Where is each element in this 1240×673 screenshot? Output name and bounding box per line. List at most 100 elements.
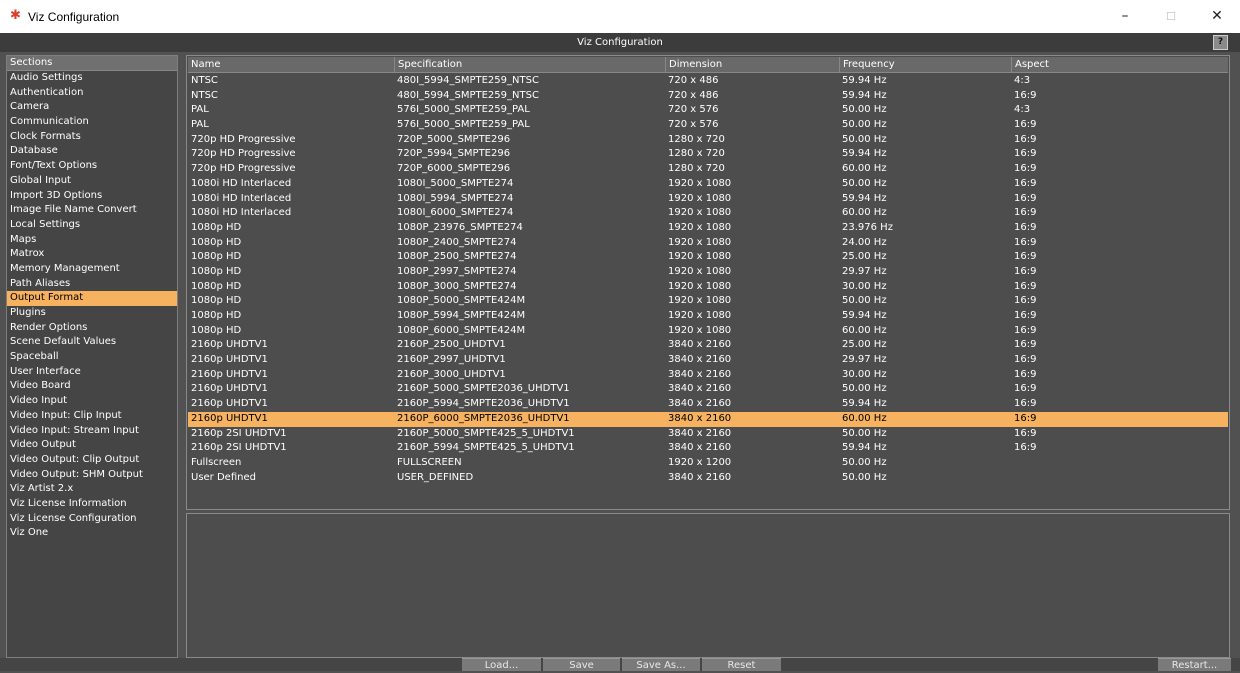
- cell-dimension: 3840 x 2160: [668, 412, 732, 424]
- sidebar-item-user-interface[interactable]: User Interface: [7, 365, 177, 380]
- sidebar-item-viz-artist-2-x[interactable]: Viz Artist 2.x: [7, 482, 177, 497]
- sidebar-item-video-input[interactable]: Video Input: [7, 394, 177, 409]
- cell-dimension: 1920 x 1080: [668, 236, 732, 248]
- save-button[interactable]: Save: [543, 658, 620, 671]
- table-row[interactable]: Fullscreen FULLSCREEN 1920 x 1200 50.00 Hz: [188, 456, 1228, 471]
- sidebar-item-viz-license-information[interactable]: Viz License Information: [7, 497, 177, 512]
- maximize-button[interactable]: ☐: [1148, 0, 1194, 33]
- cell-aspect: 16:9: [1014, 148, 1037, 160]
- cell-name: 2160p 2SI UHDTV1: [191, 427, 287, 439]
- sidebar-item-scene-default-values[interactable]: Scene Default Values: [7, 335, 177, 350]
- table-row[interactable]: 720p HD Progressive 720P_5000_SMPTE296 128…: [188, 133, 1228, 148]
- cell-specification: 480I_5994_SMPTE259_NTSC: [397, 75, 539, 86]
- sidebar-item-video-board[interactable]: Video Board: [7, 379, 177, 394]
- restart-button[interactable]: Restart...: [1158, 658, 1231, 671]
- cell-dimension: 3840 x 2160: [668, 368, 732, 380]
- help-icon[interactable]: ?: [1213, 35, 1228, 50]
- column-header-name[interactable]: Name: [188, 57, 394, 72]
- save-as-button[interactable]: Save As...: [622, 658, 700, 671]
- column-header-aspect[interactable]: Aspect: [1011, 57, 1229, 72]
- cell-frequency: 50.00 Hz: [842, 383, 887, 395]
- sidebar-item-video-output[interactable]: Video Output: [7, 438, 177, 453]
- table-row[interactable]: User Defined USER_DEFINED 3840 x 2160 50.00…: [188, 471, 1228, 486]
- sidebar-item-global-input[interactable]: Global Input: [7, 174, 177, 189]
- sidebar-item-plugins[interactable]: Plugins: [7, 306, 177, 321]
- sidebar-item-clock-formats[interactable]: Clock Formats: [7, 130, 177, 145]
- sidebar-item-viz-license-configuration[interactable]: Viz License Configuration: [7, 512, 177, 527]
- table-row[interactable]: 2160p UHDTV1 2160P_2500_UHDTV1 3840 x 2160…: [188, 338, 1228, 353]
- cell-name: NTSC: [191, 75, 218, 86]
- column-header-dimension[interactable]: Dimension: [665, 57, 839, 72]
- cell-aspect: 4:3: [1014, 104, 1031, 116]
- sidebar-item-local-settings[interactable]: Local Settings: [7, 218, 177, 233]
- sidebar-item-video-output-shm-output[interactable]: Video Output: SHM Output: [7, 468, 177, 483]
- table-row[interactable]: 720p HD Progressive 720P_5994_SMPTE296 128…: [188, 147, 1228, 162]
- sidebar-item-maps[interactable]: Maps: [7, 233, 177, 248]
- table-row[interactable]: 2160p UHDTV1 2160P_6000_SMPTE2036_UHDTV1 3…: [188, 411, 1228, 427]
- sidebar-item-communication[interactable]: Communication: [7, 115, 177, 130]
- page-title: Viz Configuration: [577, 37, 663, 48]
- table-row[interactable]: 1080i HD Interlaced 1080I_5000_SMPTE274 19…: [188, 177, 1228, 192]
- table-row[interactable]: 1080i HD Interlaced 1080I_5994_SMPTE274 19…: [188, 192, 1228, 207]
- reset-button[interactable]: Reset: [702, 658, 781, 671]
- table-row[interactable]: 720p HD Progressive 720P_6000_SMPTE296 128…: [188, 162, 1228, 177]
- sidebar-item-render-options[interactable]: Render Options: [7, 321, 177, 336]
- table-row[interactable]: NTSC 480I_5994_SMPTE259_NTSC 720 x 486 59.9…: [188, 89, 1228, 104]
- column-header-specification[interactable]: Specification: [394, 57, 665, 72]
- cell-specification: 2160P_2500_UHDTV1: [397, 339, 506, 351]
- cell-dimension: 3840 x 2160: [668, 354, 732, 366]
- sidebar-item-video-input-clip-input[interactable]: Video Input: Clip Input: [7, 409, 177, 424]
- cell-aspect: 4:3: [1014, 75, 1031, 86]
- sidebar-item-import-3d-options[interactable]: Import 3D Options: [7, 189, 177, 204]
- sidebar-item-camera[interactable]: Camera: [7, 100, 177, 115]
- sidebar-item-video-input-stream-input[interactable]: Video Input: Stream Input: [7, 424, 177, 439]
- sidebar-item-matrox[interactable]: Matrox: [7, 247, 177, 262]
- table-row[interactable]: 1080p HD 1080P_2997_SMPTE274 1920 x 1080 29…: [188, 265, 1228, 280]
- table-row[interactable]: 1080i HD Interlaced 1080I_6000_SMPTE274 19…: [188, 206, 1228, 221]
- table-row[interactable]: 2160p UHDTV1 2160P_5994_SMPTE2036_UHDTV1 3…: [188, 397, 1228, 412]
- table-row[interactable]: 2160p UHDTV1 2160P_2997_UHDTV1 3840 x 2160…: [188, 353, 1228, 368]
- cell-aspect: 16:9: [1014, 133, 1037, 145]
- table-row[interactable]: 1080p HD 1080P_3000_SMPTE274 1920 x 1080 30…: [188, 280, 1228, 295]
- cell-frequency: 60.00 Hz: [842, 324, 887, 336]
- table-row[interactable]: PAL 576I_5000_SMPTE259_PAL 720 x 576 50.00 …: [188, 118, 1228, 133]
- cell-specification: 2160P_5000_SMPTE425_5_UHDTV1: [397, 427, 575, 439]
- cell-aspect: 16:9: [1014, 383, 1037, 395]
- sidebar-item-output-format[interactable]: Output Format: [7, 291, 177, 306]
- cell-name: 1080p HD: [191, 310, 242, 321]
- column-header-frequency[interactable]: Frequency: [839, 57, 1011, 72]
- table-row[interactable]: PAL 576I_5000_SMPTE259_PAL 720 x 576 50.00 …: [188, 103, 1228, 118]
- cell-dimension: 3840 x 2160: [668, 383, 732, 395]
- cell-frequency: 59.94 Hz: [842, 148, 887, 160]
- table-row[interactable]: 2160p 2SI UHDTV1 2160P_5994_SMPTE425_5_UH…: [188, 441, 1228, 456]
- cell-dimension: 720 x 486: [668, 89, 719, 101]
- table-row[interactable]: 2160p UHDTV1 2160P_3000_UHDTV1 3840 x 2160…: [188, 368, 1228, 383]
- cell-frequency: 50.00 Hz: [842, 119, 887, 131]
- table-row[interactable]: 2160p UHDTV1 2160P_5000_SMPTE2036_UHDTV1 3…: [188, 382, 1228, 397]
- sidebar-item-audio-settings[interactable]: Audio Settings: [7, 71, 177, 86]
- load-button[interactable]: Load...: [462, 658, 541, 671]
- sidebar-item-database[interactable]: Database: [7, 144, 177, 159]
- sidebar-item-video-output-clip-output[interactable]: Video Output: Clip Output: [7, 453, 177, 468]
- table-row[interactable]: 1080p HD 1080P_5994_SMPTE424M 1920 x 1080 5…: [188, 309, 1228, 324]
- sidebar-item-viz-one[interactable]: Viz One: [7, 526, 177, 541]
- sidebar-item-path-aliases[interactable]: Path Aliases: [7, 277, 177, 292]
- cell-dimension: 1920 x 1080: [668, 207, 732, 219]
- table-row[interactable]: NTSC 480I_5994_SMPTE259_NTSC 720 x 486 59.9…: [188, 74, 1228, 89]
- cell-specification: USER_DEFINED: [397, 471, 474, 483]
- cell-name: 1080i HD Interlaced: [191, 192, 292, 204]
- table-row[interactable]: 1080p HD 1080P_2500_SMPTE274 1920 x 1080 25…: [188, 250, 1228, 265]
- minimize-button[interactable]: –: [1102, 0, 1148, 33]
- cell-aspect: 16:9: [1014, 163, 1037, 175]
- table-row[interactable]: 1080p HD 1080P_6000_SMPTE424M 1920 x 1080 6…: [188, 324, 1228, 339]
- table-row[interactable]: 1080p HD 1080P_5000_SMPTE424M 1920 x 1080 5…: [188, 294, 1228, 309]
- sidebar-item-font-text-options[interactable]: Font/Text Options: [7, 159, 177, 174]
- table-row[interactable]: 2160p 2SI UHDTV1 2160P_5000_SMPTE425_5_UH…: [188, 427, 1228, 442]
- sidebar-item-spaceball[interactable]: Spaceball: [7, 350, 177, 365]
- close-button[interactable]: ✕: [1194, 0, 1240, 33]
- sidebar-item-authentication[interactable]: Authentication: [7, 86, 177, 101]
- sidebar-item-memory-management[interactable]: Memory Management: [7, 262, 177, 277]
- sidebar-item-image-file-name-convert[interactable]: Image File Name Convert: [7, 203, 177, 218]
- table-row[interactable]: 1080p HD 1080P_23976_SMPTE274 1920 x 1080 2…: [188, 221, 1228, 236]
- table-row[interactable]: 1080p HD 1080P_2400_SMPTE274 1920 x 1080 24…: [188, 236, 1228, 251]
